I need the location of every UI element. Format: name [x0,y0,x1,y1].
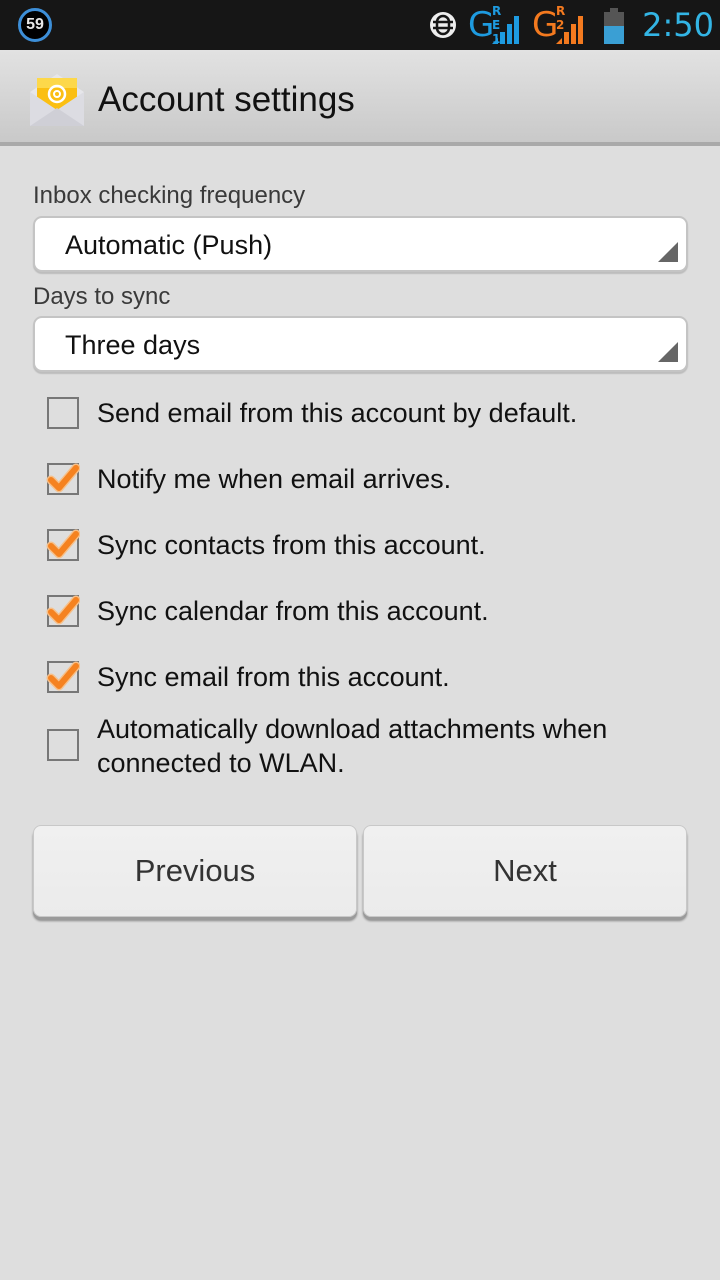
data-sync-icon [430,12,456,38]
days-to-sync-spinner[interactable]: Three days [33,316,688,372]
option-notify-email[interactable]: Notify me when email arrives. [46,462,686,496]
option-label: Automatically download attachments when … [97,714,608,778]
battery-icon [604,8,624,44]
checkbox[interactable] [46,462,80,496]
previous-button[interactable]: Previous [33,825,357,917]
checkbox[interactable] [46,528,80,562]
option-label: Send email from this account by default. [97,398,578,428]
option-auto-download-attachments[interactable]: Automatically download attachments when … [46,712,686,782]
sim1-signal-bars-icon [492,16,519,44]
option-label: Sync contacts from this account. [97,530,486,560]
checkbox[interactable] [46,396,80,430]
option-label: Notify me when email arrives. [97,464,452,494]
dropdown-arrow-icon [658,342,678,362]
dropdown-arrow-icon [658,242,678,262]
status-bar: 59 G R E 1 G R 2 2:50 [0,0,720,50]
days-to-sync-label: Days to sync [33,283,171,310]
email-envelope-icon[interactable] [26,70,88,128]
checkbox[interactable] [46,594,80,628]
battery-level [604,26,624,44]
sim2-signal-bars-icon [556,16,583,44]
checkbox-box [47,397,79,429]
checkbox[interactable] [46,728,80,762]
next-button[interactable]: Next [363,825,687,917]
status-icons: G R E 1 G R 2 2:50 [420,0,720,50]
option-sync-email[interactable]: Sync email from this account. [46,660,686,694]
checkbox-box [47,729,79,761]
option-send-by-default[interactable]: Send email from this account by default. [46,396,686,430]
option-sync-contacts[interactable]: Sync contacts from this account. [46,528,686,562]
inbox-frequency-spinner[interactable]: Automatic (Push) [33,216,688,272]
status-clock: 2:50 [642,6,714,44]
notification-count-badge[interactable]: 59 [18,8,52,42]
checkbox[interactable] [46,660,80,694]
option-sync-calendar[interactable]: Sync calendar from this account. [46,594,686,628]
inbox-frequency-value: Automatic (Push) [65,230,273,260]
option-label: Sync email from this account. [97,662,450,692]
page-title: Account settings [98,80,355,119]
inbox-frequency-label: Inbox checking frequency [33,182,306,209]
option-label: Sync calendar from this account. [97,596,489,626]
action-bar: Account settings [0,50,720,146]
days-to-sync-value: Three days [65,330,201,360]
